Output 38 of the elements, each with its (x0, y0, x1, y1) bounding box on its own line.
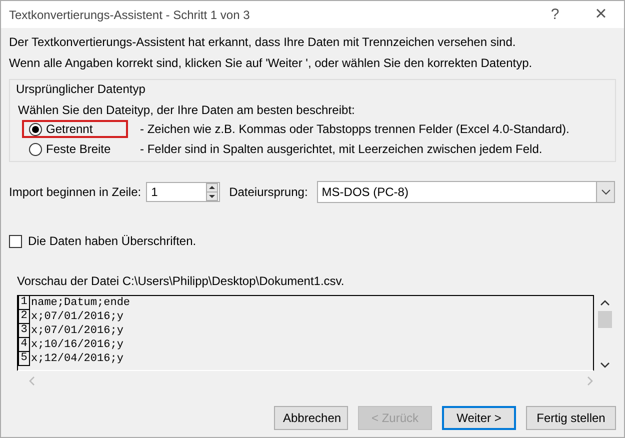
preview-line: x;12/04/2016;y (30, 353, 124, 365)
scroll-up-icon[interactable] (600, 300, 610, 306)
line-number: 4 (18, 338, 30, 352)
line-number: 1 (18, 296, 30, 310)
window-title: Textkonvertierungs-Assistent - Schritt 1 von 3 (9, 8, 251, 22)
checkbox-label[interactable]: Die Daten haben Überschriften. (28, 234, 196, 248)
close-button[interactable]: × (578, 3, 624, 26)
start-row-label: Import beginnen in Zeile: (9, 185, 142, 199)
origin-label: Dateiursprung: (229, 185, 308, 199)
scroll-down-icon[interactable] (600, 362, 610, 368)
group-legend: Ursprünglicher Datentyp (16, 82, 609, 96)
preview-line: x;07/01/2016;y (30, 325, 124, 337)
option-description: - Zeichen wie z.B. Kommas oder Tabstopps trennen Felder (Excel 4.0-Standard). (140, 122, 570, 136)
help-button[interactable]: ? (532, 6, 578, 23)
preview-line: x;07/01/2016;y (30, 311, 124, 323)
radio-label[interactable]: Getrennt (46, 122, 93, 136)
preview-line: x;10/16/2016;y (30, 339, 124, 351)
preview-line: name;Datum;ende (30, 297, 130, 309)
line-number: 3 (18, 324, 30, 338)
intro-text: Wenn alle Angaben korrekt sind, klicken Sie auf 'Weiter ', oder wählen Sie den korrekten Datentyp. (9, 56, 534, 70)
option-description: - Felder sind in Spalten ausgerichtet, mit Leerzeichen zwischen jedem Feld. (140, 142, 542, 156)
chevron-down-icon[interactable] (596, 182, 614, 202)
spin-arrows-icon[interactable] (206, 183, 218, 201)
checkbox[interactable] (9, 234, 22, 248)
line-number: 2 (18, 310, 30, 324)
start-row-spinner[interactable]: 1 (146, 182, 220, 202)
dialog-button[interactable]: Abbrechen (274, 406, 348, 430)
radio-button[interactable] (29, 122, 42, 136)
radio-button[interactable] (29, 142, 42, 156)
preview-label: Vorschau der Datei C:\Users\Philipp\Desktop\Dokument1.csv. (17, 274, 346, 288)
dialog-button[interactable]: Fertig stellen (526, 406, 616, 430)
radio-label[interactable]: Feste Breite (46, 142, 111, 156)
line-number: 5 (18, 352, 30, 366)
prompt-text: Wählen Sie den Dateityp, der Ihre Daten am besten beschreibt: (18, 103, 356, 117)
scrollbar-thumb[interactable] (598, 311, 612, 328)
origin-dropdown[interactable]: MS-DOS (PC-8) (316, 181, 615, 203)
dialog-button[interactable]: Weiter > (442, 406, 516, 430)
intro-text: Der Textkonvertierungs-Assistent hat erkannt, dass Ihre Daten mit Trennzeichen versehen sind. (9, 35, 517, 49)
